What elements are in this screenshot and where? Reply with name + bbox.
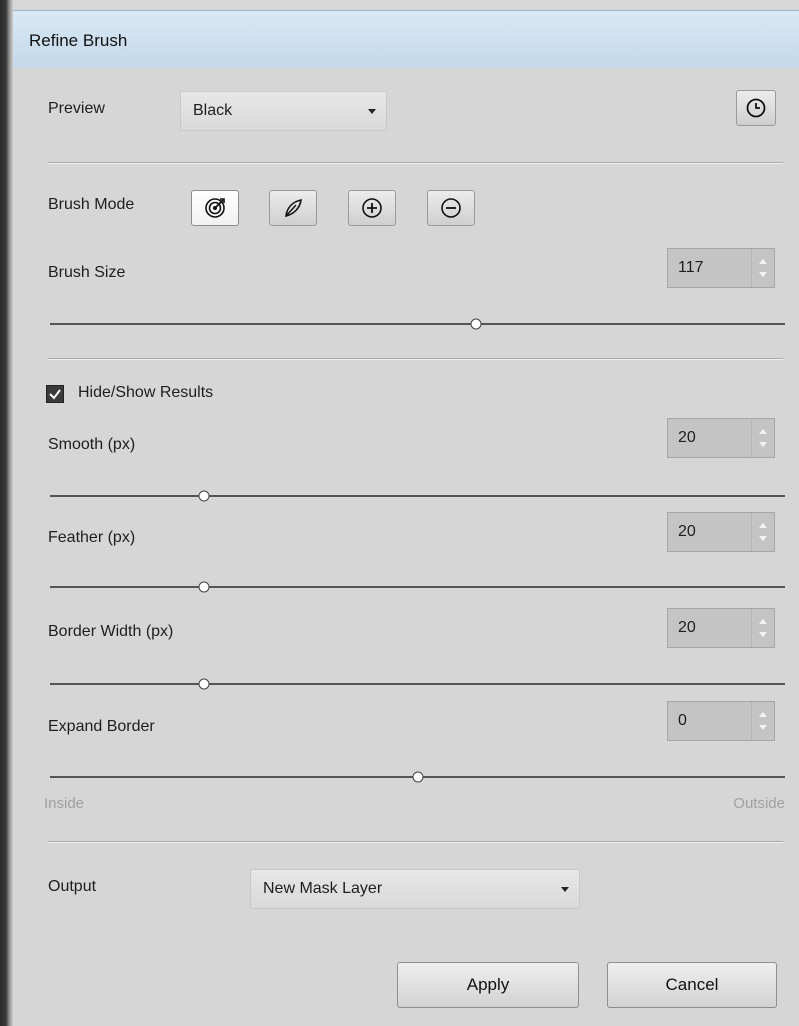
border-width-value: 20 xyxy=(678,619,696,636)
slider-track xyxy=(50,683,785,685)
brush-size-label: Brush Size xyxy=(48,264,126,281)
brush-mode-label: Brush Mode xyxy=(48,196,135,213)
history-button[interactable] xyxy=(736,90,776,126)
divider xyxy=(48,358,783,360)
expand-border-slider[interactable] xyxy=(50,771,785,783)
hide-show-results-checkbox[interactable] xyxy=(46,385,64,403)
expand-border-value: 0 xyxy=(678,712,687,729)
chevron-down-icon[interactable] xyxy=(759,536,767,541)
feather-value: 20 xyxy=(678,523,696,540)
brush-mode-target-button[interactable] xyxy=(191,190,239,226)
outside-label: Outside xyxy=(733,795,785,812)
border-width-slider[interactable] xyxy=(50,678,785,690)
output-label: Output xyxy=(48,878,97,895)
preview-dropdown[interactable]: Black xyxy=(180,91,387,131)
expand-border-label: Expand Border xyxy=(48,718,155,735)
smooth-label: Smooth (px) xyxy=(48,436,136,453)
preview-label: Preview xyxy=(48,100,105,117)
chevron-down-icon[interactable] xyxy=(759,632,767,637)
stepper-arrows[interactable] xyxy=(751,702,774,740)
slider-track xyxy=(50,495,785,497)
refine-brush-dialog: Preview Black Brush Mode Brush Size 117 … xyxy=(13,68,799,1026)
chevron-down-icon[interactable] xyxy=(759,272,767,277)
chevron-down-icon[interactable] xyxy=(759,725,767,730)
chevron-down-icon xyxy=(561,887,569,892)
chevron-down-icon[interactable] xyxy=(759,442,767,447)
chevron-up-icon[interactable] xyxy=(759,259,767,264)
divider xyxy=(48,162,783,164)
feather-label: Feather (px) xyxy=(48,529,136,546)
stepper-arrows[interactable] xyxy=(751,513,774,551)
expand-border-stepper[interactable]: 0 xyxy=(667,701,775,741)
checkmark-icon xyxy=(49,389,61,400)
leaf-brush-icon xyxy=(285,198,302,218)
title-bar[interactable]: Refine Brush xyxy=(13,10,799,69)
smooth-slider[interactable] xyxy=(50,490,785,502)
border-width-label: Border Width (px) xyxy=(48,623,174,640)
stepper-arrows[interactable] xyxy=(751,249,774,287)
slider-thumb[interactable] xyxy=(198,490,210,502)
brush-size-stepper[interactable]: 117 xyxy=(667,248,775,288)
output-dropdown[interactable]: New Mask Layer xyxy=(250,869,580,909)
chevron-up-icon[interactable] xyxy=(759,429,767,434)
brush-mode-add-button[interactable] xyxy=(348,190,396,226)
feather-slider[interactable] xyxy=(50,581,785,593)
inside-label: Inside xyxy=(44,795,85,812)
brush-size-slider[interactable] xyxy=(50,318,785,330)
slider-thumb[interactable] xyxy=(412,771,423,783)
dialog-title: Refine Brush xyxy=(29,31,128,50)
minus-circle-icon xyxy=(441,198,461,218)
slider-thumb[interactable] xyxy=(470,318,482,330)
target-icon xyxy=(205,198,225,218)
plus-circle-icon xyxy=(362,198,382,218)
stepper-arrows[interactable] xyxy=(751,419,774,457)
clock-icon xyxy=(746,98,766,118)
slider-track xyxy=(50,586,785,588)
preview-value: Black xyxy=(193,102,233,119)
cancel-button[interactable]: Cancel xyxy=(607,962,777,1008)
brush-size-value: 117 xyxy=(678,259,704,276)
chevron-up-icon[interactable] xyxy=(759,712,767,717)
chevron-up-icon[interactable] xyxy=(759,619,767,624)
chevron-up-icon[interactable] xyxy=(759,523,767,528)
brush-mode-feather-button[interactable] xyxy=(269,190,317,226)
output-value: New Mask Layer xyxy=(263,880,383,897)
apply-button[interactable]: Apply xyxy=(397,962,579,1008)
chevron-down-icon xyxy=(368,109,376,114)
border-width-stepper[interactable]: 20 xyxy=(667,608,775,648)
smooth-value: 20 xyxy=(678,429,696,446)
slider-thumb[interactable] xyxy=(198,678,210,690)
slider-thumb[interactable] xyxy=(198,581,210,593)
brush-mode-subtract-button[interactable] xyxy=(427,190,475,226)
hide-show-results-label: Hide/Show Results xyxy=(78,384,214,401)
feather-stepper[interactable]: 20 xyxy=(667,512,775,552)
divider xyxy=(48,841,783,843)
slider-track xyxy=(50,323,785,325)
stepper-arrows[interactable] xyxy=(751,609,774,647)
smooth-stepper[interactable]: 20 xyxy=(667,418,775,458)
window-edge xyxy=(0,0,13,1026)
